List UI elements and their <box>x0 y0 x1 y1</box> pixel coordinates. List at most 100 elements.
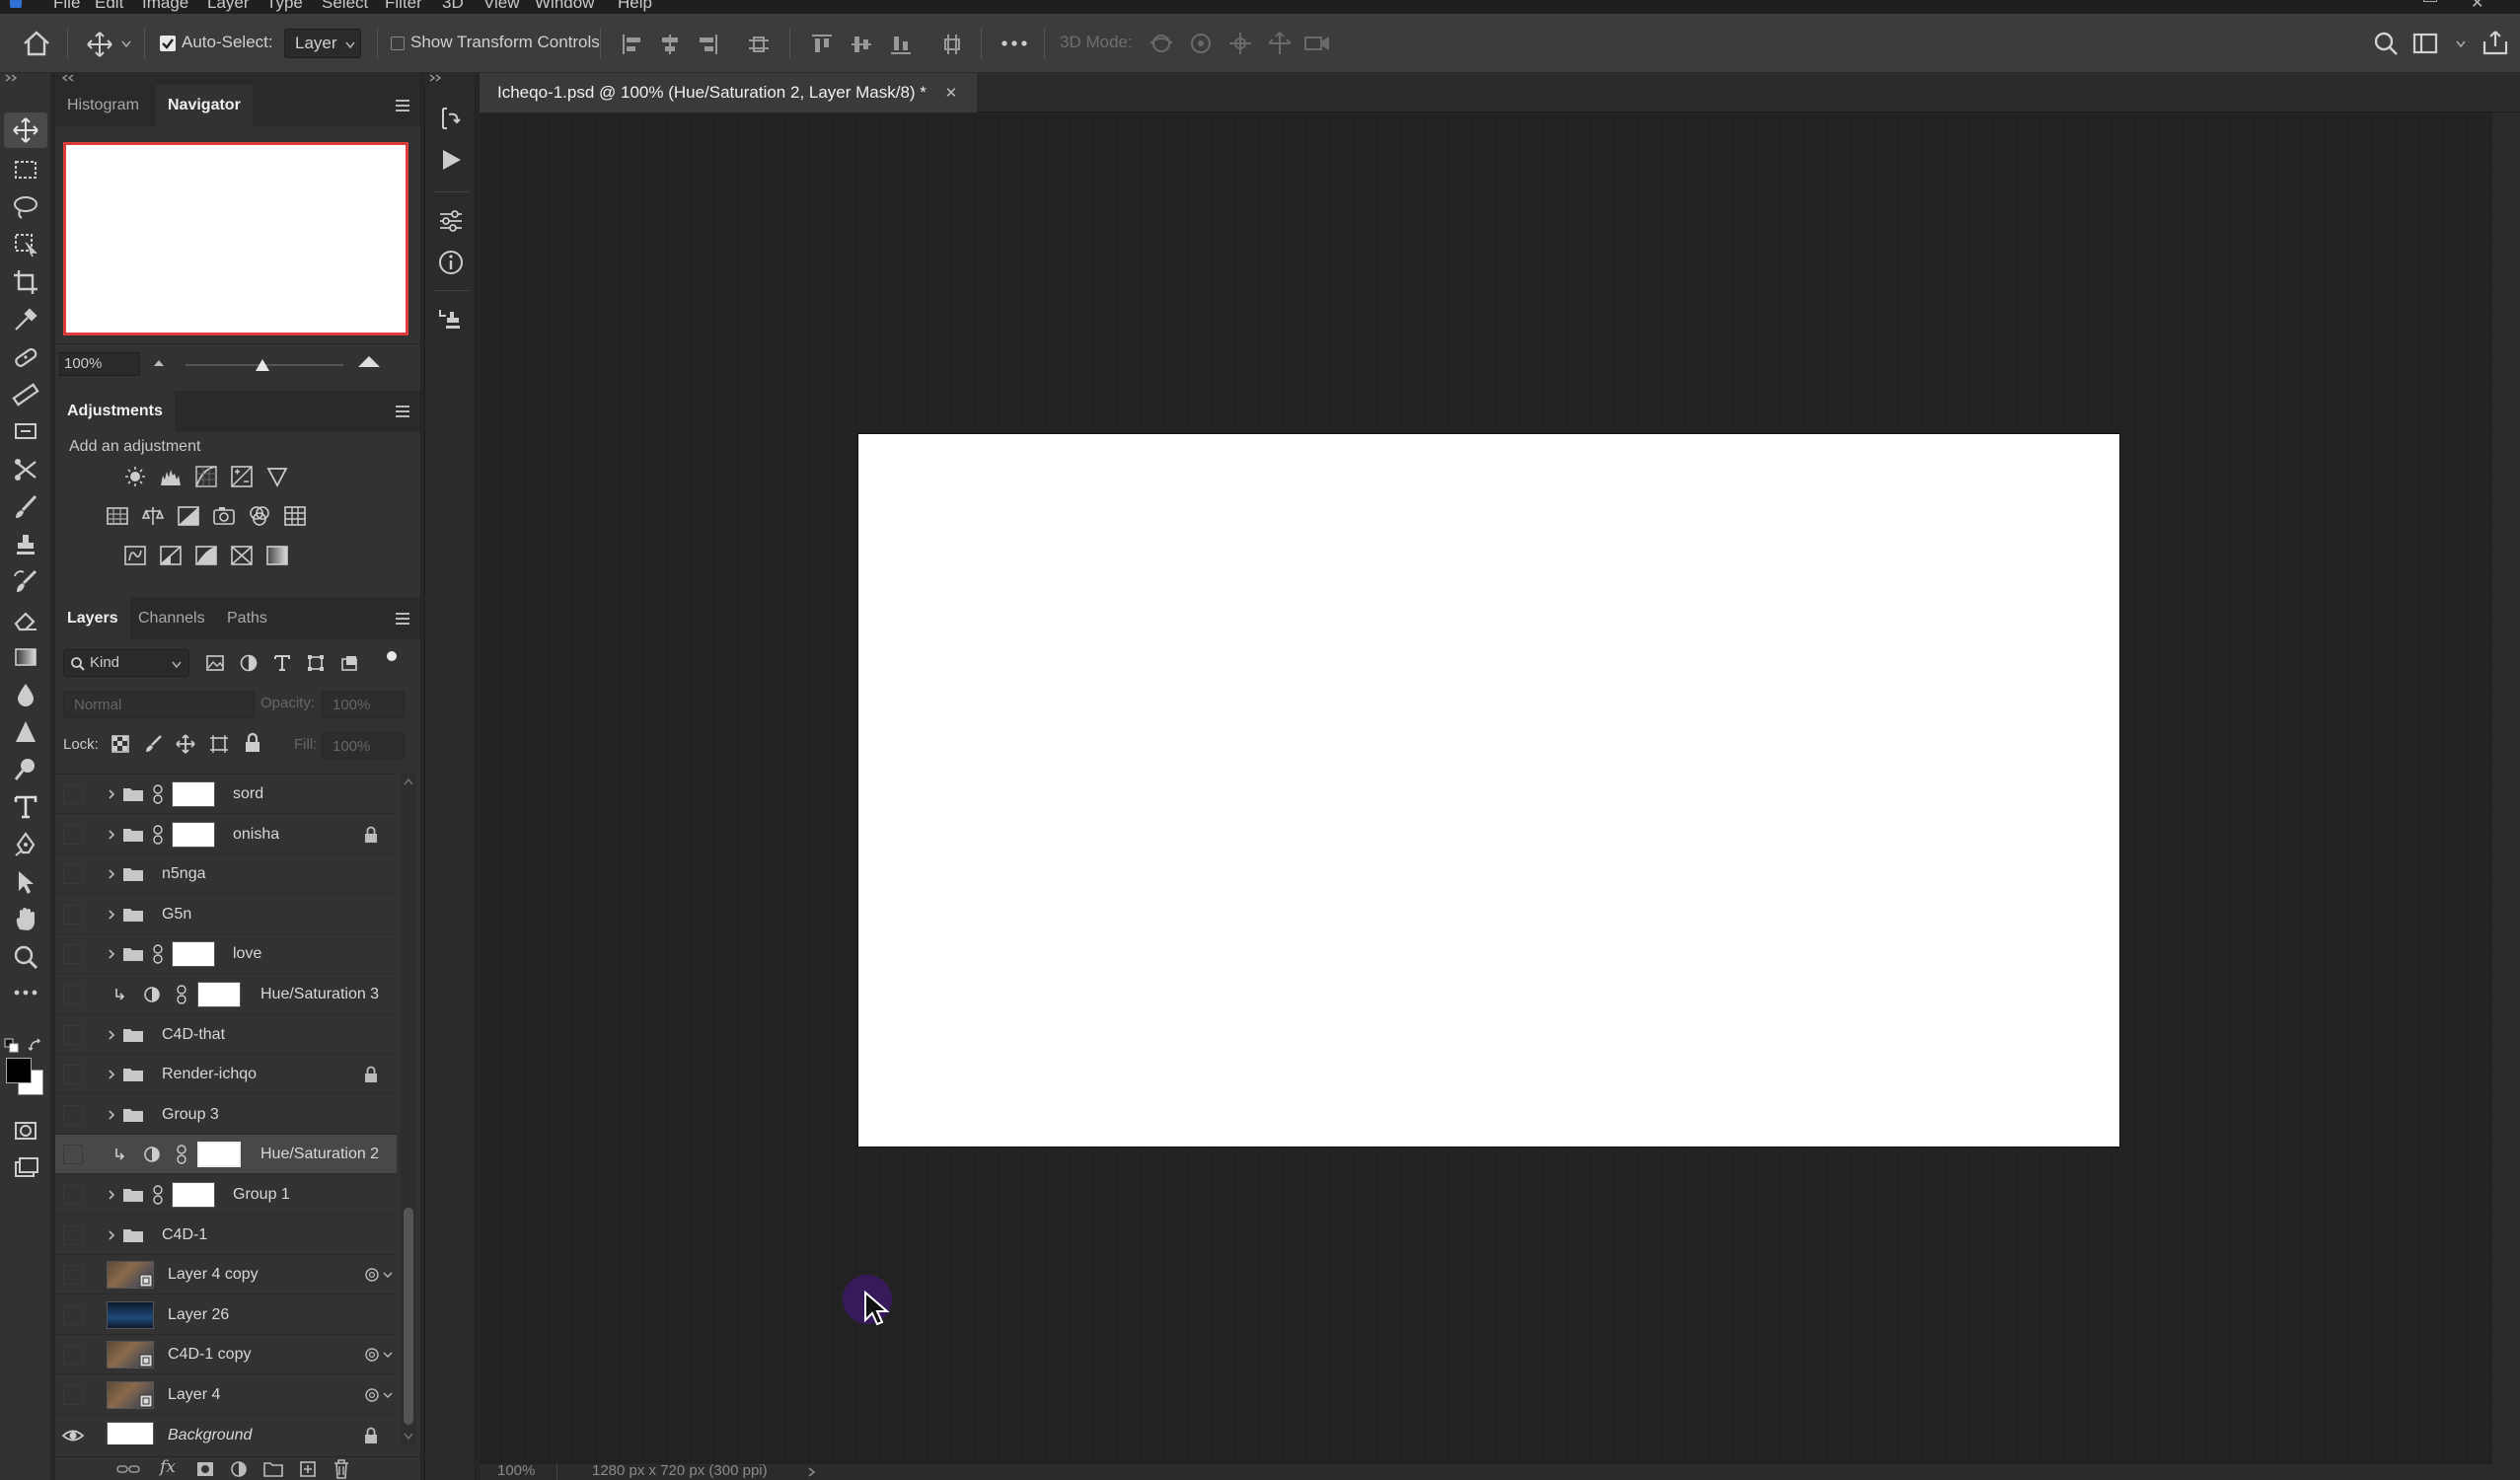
layer-row[interactable]: G5n <box>55 894 397 934</box>
type-tool-icon[interactable] <box>12 793 39 821</box>
zoom-out-icon[interactable] <box>150 356 168 368</box>
move-tool-icon[interactable] <box>12 116 39 144</box>
home-icon[interactable] <box>22 30 51 57</box>
content-aware-move-icon[interactable] <box>12 418 39 446</box>
auto-select-checkbox[interactable] <box>160 36 176 51</box>
threshold-icon[interactable] <box>195 545 217 566</box>
info-panel-icon[interactable] <box>437 249 465 276</box>
delete-layer-icon[interactable] <box>332 1458 351 1480</box>
panel-menu-icon[interactable] <box>395 99 410 112</box>
close-tab-icon[interactable]: ✕ <box>945 85 958 102</box>
layer-mask-thumbnail[interactable] <box>197 982 241 1007</box>
invert-icon[interactable] <box>124 545 146 566</box>
layer-mask-thumbnail[interactable] <box>197 1142 241 1168</box>
chevron-right-icon[interactable] <box>107 1109 116 1121</box>
zoom-tool-icon[interactable] <box>12 943 39 971</box>
align-right-edges-icon[interactable] <box>695 32 720 57</box>
filter-toggle-icon[interactable] <box>385 649 399 663</box>
tab-adjustments[interactable]: Adjustments <box>55 391 175 432</box>
levels-icon[interactable] <box>160 466 182 487</box>
layer-visibility-toggle[interactable] <box>63 1145 83 1165</box>
brush-icon[interactable] <box>12 493 39 521</box>
quick-mask-icon[interactable] <box>12 1117 39 1145</box>
pan-3d-icon[interactable] <box>1225 30 1255 57</box>
crop-icon[interactable] <box>12 268 39 296</box>
blur-icon[interactable] <box>12 681 39 708</box>
layer-row[interactable]: Render-ichqo <box>55 1055 397 1095</box>
distribute-horizontal-icon[interactable] <box>746 32 772 57</box>
menu-image[interactable]: Image <box>142 0 188 13</box>
chain-link-icon[interactable] <box>152 784 164 804</box>
screen-mode-icon[interactable] <box>12 1154 39 1182</box>
layer-visibility-toggle[interactable] <box>63 824 83 845</box>
menu-edit[interactable]: Edit <box>95 0 123 13</box>
layer-mask-thumbnail[interactable] <box>172 781 215 807</box>
default-colors-icon[interactable] <box>4 1038 20 1054</box>
align-bottom-edges-icon[interactable] <box>888 32 914 57</box>
layer-thumbnail[interactable] <box>107 1381 154 1409</box>
layer-row[interactable]: Layer 26 <box>55 1295 397 1335</box>
chain-link-icon[interactable] <box>176 985 187 1004</box>
slide-3d-icon[interactable] <box>1265 30 1295 57</box>
zoom-in-icon[interactable] <box>355 352 383 370</box>
lasso-icon[interactable] <box>12 193 39 221</box>
color-lookup-icon[interactable] <box>284 505 306 527</box>
layer-row[interactable]: C4D-that <box>55 1014 397 1055</box>
tab-channels[interactable]: Channels <box>126 598 217 639</box>
lock-image-pixels-icon[interactable] <box>144 734 164 754</box>
layer-visibility-toggle[interactable] <box>63 1185 83 1205</box>
layer-visibility-toggle[interactable] <box>61 1424 85 1444</box>
hand-tool-icon[interactable] <box>12 906 39 933</box>
panel-menu-icon[interactable] <box>395 612 410 626</box>
layer-row[interactable]: Background <box>55 1415 397 1444</box>
chevron-right-icon[interactable] <box>107 1069 116 1080</box>
chain-link-icon[interactable] <box>152 824 164 845</box>
workspace-chevron-icon[interactable] <box>2455 39 2467 49</box>
layer-visibility-toggle[interactable] <box>63 1265 83 1286</box>
opacity-field[interactable]: 100% <box>322 691 405 718</box>
more-options-icon[interactable] <box>1001 37 1028 49</box>
new-layer-icon[interactable] <box>298 1459 318 1479</box>
history-brush-icon[interactable] <box>12 568 39 596</box>
ruler-icon[interactable] <box>12 381 39 408</box>
collapse-toolbar-icon[interactable] <box>4 73 20 83</box>
lock-position-icon[interactable] <box>176 734 195 754</box>
chain-link-icon[interactable] <box>176 1145 187 1165</box>
menu-view[interactable]: View <box>483 0 520 13</box>
fill-field[interactable]: 100% <box>322 732 405 760</box>
menu-help[interactable]: Help <box>618 0 652 13</box>
align-vertical-centers-icon[interactable] <box>849 32 874 57</box>
layer-row[interactable]: sord <box>55 775 397 814</box>
canvas-area[interactable] <box>480 112 2492 1464</box>
panel-menu-icon[interactable] <box>395 405 410 418</box>
gradient-map-icon[interactable] <box>266 545 288 566</box>
foreground-color-swatch[interactable] <box>6 1058 32 1083</box>
selective-color-icon[interactable] <box>231 545 253 566</box>
posterize-icon[interactable] <box>160 545 182 566</box>
layer-row[interactable]: Hue/Saturation 2 <box>55 1135 397 1175</box>
lock-all-icon[interactable] <box>243 732 262 754</box>
layer-visibility-toggle[interactable] <box>63 1385 83 1405</box>
chevron-right-icon[interactable] <box>107 909 116 921</box>
new-group-icon[interactable] <box>262 1459 284 1479</box>
auto-select-target-dropdown[interactable]: Layer <box>284 29 361 58</box>
tab-layers[interactable]: Layers <box>55 598 130 639</box>
smart-filter-icon[interactable] <box>363 1267 393 1283</box>
channel-mixer-icon[interactable] <box>249 505 270 527</box>
navigator-preview[interactable] <box>63 142 408 335</box>
layer-mask-thumbnail[interactable] <box>172 941 215 968</box>
status-menu-chevron-icon[interactable] <box>807 1466 817 1478</box>
document-canvas[interactable] <box>858 434 2119 1147</box>
layer-visibility-toggle[interactable] <box>63 1224 83 1245</box>
layer-row[interactable]: love <box>55 934 397 975</box>
document-tab[interactable]: Icheqo-1.psd @ 100% (Hue/Saturation 2, L… <box>480 73 978 112</box>
smart-filter-icon[interactable] <box>363 1387 393 1403</box>
properties-panel-icon[interactable] <box>437 207 465 235</box>
eyedropper-icon[interactable] <box>12 306 39 333</box>
orbit-3d-icon[interactable] <box>1147 30 1176 57</box>
chevron-right-icon[interactable] <box>107 788 116 800</box>
tab-navigator[interactable]: Navigator <box>156 85 253 126</box>
layer-row[interactable]: C4D-1 copy <box>55 1335 397 1375</box>
layer-visibility-toggle[interactable] <box>63 1304 83 1325</box>
filter-type-icon[interactable] <box>272 653 292 673</box>
